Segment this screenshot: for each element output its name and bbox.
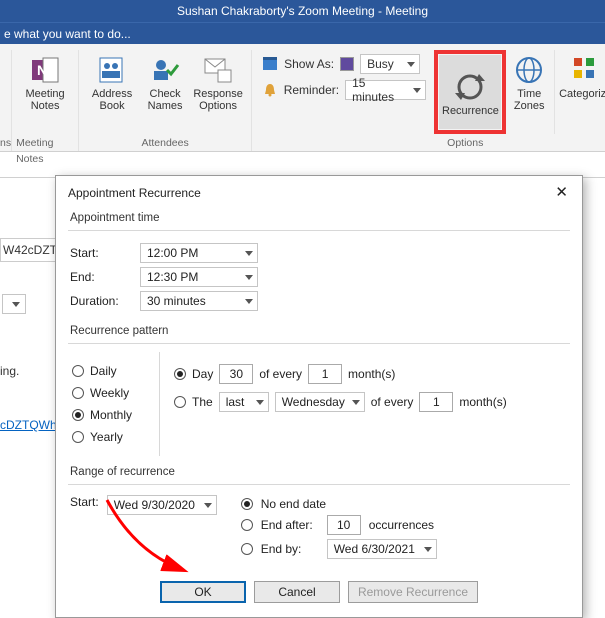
monthly-radio[interactable] bbox=[72, 409, 84, 421]
ribbon: ns N Meeting Notes Meeting Notes Address… bbox=[0, 44, 605, 152]
text-fragment: ing. bbox=[0, 364, 19, 378]
months-input-2[interactable]: 1 bbox=[419, 392, 453, 412]
end-by-radio[interactable] bbox=[241, 543, 253, 555]
duration-combo[interactable]: 30 minutes bbox=[140, 291, 258, 311]
duration-label: Duration: bbox=[70, 294, 132, 308]
response-options-icon bbox=[202, 54, 234, 86]
reminder-combo[interactable]: 15 minutes bbox=[345, 80, 426, 100]
group-actions-label: ns bbox=[0, 135, 11, 151]
end-after-input[interactable]: 10 bbox=[327, 515, 361, 535]
small-combo[interactable] bbox=[2, 294, 26, 314]
pattern-the-radio[interactable] bbox=[174, 396, 186, 408]
end-after-radio[interactable] bbox=[241, 519, 253, 531]
dialog-close-button[interactable]: ✕ bbox=[551, 184, 572, 202]
end-by-combo[interactable]: Wed 6/30/2021 bbox=[327, 539, 437, 559]
months-input-1[interactable]: 1 bbox=[308, 364, 342, 384]
start-time-combo[interactable]: 12:00 PM bbox=[140, 243, 258, 263]
reminder-label: Reminder: bbox=[284, 83, 339, 97]
reminder-bell-icon bbox=[262, 82, 278, 98]
check-names-icon bbox=[149, 54, 181, 86]
svg-text:N: N bbox=[37, 62, 47, 78]
cancel-button[interactable]: Cancel bbox=[254, 581, 340, 603]
no-end-radio[interactable] bbox=[241, 498, 253, 510]
check-names-button[interactable]: Check Names bbox=[141, 50, 189, 112]
categorize-button[interactable]: Categorize bbox=[557, 50, 605, 100]
recurrence-icon bbox=[454, 71, 486, 103]
window-titlebar: Sushan Chakraborty's Zoom Meeting - Meet… bbox=[0, 0, 605, 22]
response-options-button[interactable]: Response Options bbox=[189, 50, 247, 112]
ordinal-combo[interactable]: last bbox=[219, 392, 269, 412]
pattern-legend: Recurrence pattern bbox=[70, 325, 570, 337]
tell-me-search[interactable]: e what you want to do... bbox=[0, 22, 605, 44]
address-book-icon bbox=[96, 54, 128, 86]
recurrence-highlight: Recurrence bbox=[434, 50, 506, 134]
group-options-label: Options bbox=[286, 135, 605, 151]
range-legend: Range of recurrence bbox=[70, 466, 570, 478]
show-as-icon bbox=[262, 56, 278, 72]
daily-radio[interactable] bbox=[72, 365, 84, 377]
end-time-label: End: bbox=[70, 270, 132, 284]
group-attendees-label: Attendees bbox=[141, 135, 188, 151]
group-meeting-notes-label: Meeting Notes bbox=[16, 135, 74, 151]
time-zones-button[interactable]: Time Zones bbox=[506, 50, 552, 112]
remove-recurrence-button[interactable]: Remove Recurrence bbox=[348, 581, 478, 603]
recurrence-dialog: Appointment Recurrence ✕ Appointment tim… bbox=[55, 175, 583, 618]
recurrence-button[interactable]: Recurrence bbox=[439, 55, 501, 129]
ok-button[interactable]: OK bbox=[160, 581, 246, 603]
busy-swatch bbox=[340, 57, 354, 71]
show-as-combo[interactable]: Busy bbox=[360, 54, 420, 74]
link-fragment[interactable]: cDZTQWh bbox=[0, 418, 57, 432]
range-start-combo[interactable]: Wed 9/30/2020 bbox=[107, 495, 217, 515]
appt-time-legend: Appointment time bbox=[70, 212, 570, 224]
start-time-label: Start: bbox=[70, 246, 132, 260]
pattern-day-radio[interactable] bbox=[174, 368, 186, 380]
meeting-notes-button[interactable]: N Meeting Notes bbox=[16, 50, 74, 112]
yearly-radio[interactable] bbox=[72, 431, 84, 443]
globe-icon bbox=[513, 54, 545, 86]
address-book-button[interactable]: Address Book bbox=[83, 50, 141, 112]
weekday-combo[interactable]: Wednesday bbox=[275, 392, 365, 412]
range-start-label: Start: bbox=[70, 495, 99, 509]
dialog-title: Appointment Recurrence bbox=[68, 186, 201, 200]
onenote-icon: N bbox=[29, 54, 61, 86]
weekly-radio[interactable] bbox=[72, 387, 84, 399]
categorize-icon bbox=[570, 54, 602, 86]
end-time-combo[interactable]: 12:30 PM bbox=[140, 267, 258, 287]
day-number-input[interactable]: 30 bbox=[219, 364, 253, 384]
show-as-label: Show As: bbox=[284, 57, 334, 71]
